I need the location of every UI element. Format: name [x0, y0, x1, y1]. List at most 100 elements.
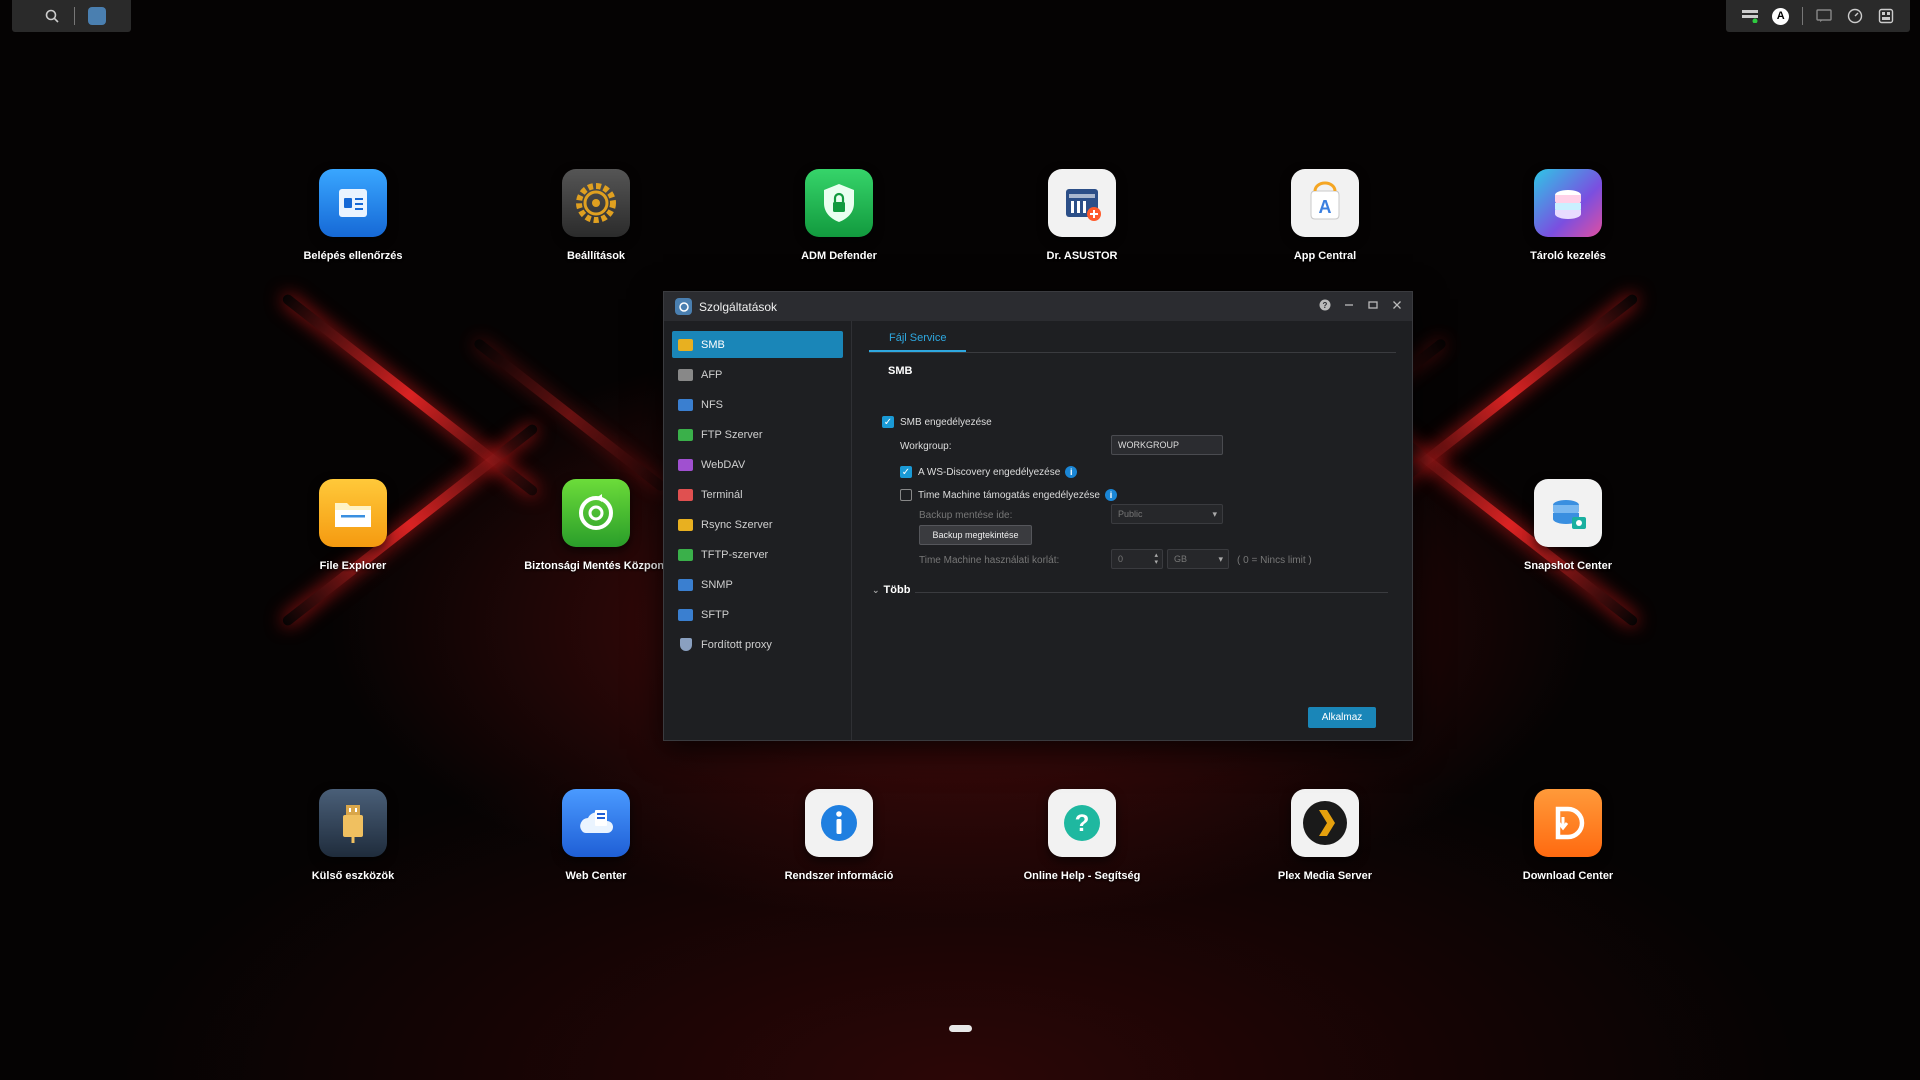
desktop-app-snapshot-center[interactable]: Snapshot Center — [1493, 479, 1643, 573]
sidebar-item-terminal[interactable]: Terminál — [672, 481, 843, 508]
desktop-app-storage-manager[interactable]: Tároló kezelés — [1493, 169, 1643, 263]
sidebar-item-afp[interactable]: AFP — [672, 361, 843, 388]
sidebar-item-label: Fordított proxy — [701, 638, 772, 651]
backup-to-value: Public — [1118, 509, 1143, 519]
smb-enable-label: SMB engedélyezése — [900, 416, 992, 428]
tab-bar: Fájl Service — [869, 321, 1396, 353]
sidebar-item-label: SMB — [701, 338, 725, 351]
smb-enable-checkbox[interactable]: ✓ — [882, 416, 894, 428]
sidebar-item-label: WebDAV — [701, 458, 746, 471]
task-monitor-icon[interactable] — [1740, 6, 1760, 26]
desktop-app-plex-media-server[interactable]: Plex Media Server — [1250, 789, 1400, 883]
window-titlebar[interactable]: Szolgáltatások — [664, 292, 1412, 321]
snmp-icon — [678, 578, 693, 591]
desktop-app-backup-center[interactable]: Biztonsági Mentés Központ — [521, 479, 671, 573]
chevron-down-icon: ▾ — [1218, 553, 1223, 564]
app-label: Biztonsági Mentés Központ — [524, 560, 668, 572]
desktop-app-external-devices[interactable]: Külső eszközök — [278, 789, 428, 883]
message-icon[interactable] — [1814, 6, 1834, 26]
sidebar-item-tftp-server[interactable]: TFTP-szerver — [672, 541, 843, 568]
stepper-arrows-icon: ▴ ▾ — [1154, 552, 1158, 566]
desktop-app-adm-defender[interactable]: ADM Defender — [764, 169, 914, 263]
plex-icon — [1291, 789, 1359, 857]
desktop-page-indicator[interactable] — [949, 1025, 972, 1032]
rsync-icon — [678, 518, 693, 531]
dashboard-icon[interactable] — [1845, 6, 1865, 26]
workgroup-input[interactable]: WORKGROUP — [1111, 435, 1223, 455]
window-controls: ? — [1318, 298, 1404, 312]
desktop-app-settings[interactable]: Beállítások — [521, 169, 671, 263]
ftp-icon — [678, 428, 693, 441]
widget-icon[interactable] — [1876, 6, 1896, 26]
webdav-icon — [678, 458, 693, 471]
sidebar-item-reverse-proxy[interactable]: Fordított proxy — [672, 631, 843, 658]
services-sidebar: SMB AFP NFS FTP Szerver WebDAV Terminál … — [664, 321, 852, 740]
backup-to-select[interactable]: Public ▾ — [1111, 504, 1223, 524]
sidebar-item-label: NFS — [701, 398, 723, 411]
desktop-app-online-help[interactable]: ? Online Help - Segítség — [1007, 789, 1157, 883]
sidebar-item-label: SNMP — [701, 578, 733, 591]
more-toggle[interactable]: ⌄ Több — [872, 584, 910, 596]
app-label: Külső eszközök — [311, 870, 395, 882]
desktop-app-login-audit[interactable]: Belépés ellenőrzés — [278, 169, 428, 263]
sidebar-item-label: TFTP-szerver — [701, 548, 769, 561]
time-machine-checkbox[interactable] — [900, 489, 912, 501]
desktop-app-download-center[interactable]: Download Center — [1493, 789, 1643, 883]
apply-button[interactable]: Alkalmaz — [1308, 707, 1376, 728]
storage-icon — [1534, 169, 1602, 237]
app-label: Web Center — [565, 870, 627, 882]
svg-text:A: A — [1319, 197, 1332, 217]
services-app-icon — [675, 298, 692, 315]
user-avatar-icon[interactable]: A — [1771, 6, 1791, 26]
tm-limit-unit-select[interactable]: GB ▾ — [1167, 549, 1229, 569]
search-icon[interactable] — [42, 6, 62, 26]
afp-icon — [678, 368, 693, 381]
info-icon — [805, 789, 873, 857]
tm-limit-stepper[interactable]: 0 ▴ ▾ — [1111, 549, 1163, 569]
divider — [915, 592, 1388, 593]
app-label: Online Help - Segítség — [1023, 870, 1141, 882]
info-icon[interactable]: i — [1104, 489, 1117, 501]
sidebar-item-nfs[interactable]: NFS — [672, 391, 843, 418]
help-icon[interactable]: ? — [1318, 298, 1332, 312]
sidebar-item-snmp[interactable]: SNMP — [672, 571, 843, 598]
desktop-app-system-information[interactable]: Rendszer információ — [764, 789, 914, 883]
sftp-icon — [678, 608, 693, 621]
app-store-icon: A — [1291, 169, 1359, 237]
window-title: Szolgáltatások — [699, 299, 778, 314]
time-machine-label: Time Machine támogatás engedélyezése — [918, 489, 1100, 501]
backup-view-button[interactable]: Backup megtekintése — [919, 525, 1032, 545]
avatar-letter: A — [1772, 7, 1790, 25]
tab-file-service[interactable]: Fájl Service — [869, 332, 967, 352]
desktop-app-dr-asustor[interactable]: Dr. ASUSTOR — [1007, 169, 1157, 263]
ws-discovery-row: ✓ A WS-Discovery engedélyezése i — [900, 466, 1078, 478]
services-app-taskbar-icon[interactable] — [87, 6, 107, 26]
ws-discovery-label: A WS-Discovery engedélyezése — [918, 466, 1061, 478]
desktop-app-file-explorer[interactable]: File Explorer — [278, 479, 428, 573]
top-bar-left — [12, 0, 131, 32]
sidebar-item-webdav[interactable]: WebDAV — [672, 451, 843, 478]
sidebar-item-label: Rsync Szerver — [701, 518, 773, 531]
ws-discovery-checkbox[interactable]: ✓ — [900, 466, 912, 478]
workgroup-label: Workgroup: — [900, 441, 952, 452]
maximize-icon[interactable] — [1366, 298, 1380, 312]
app-label: File Explorer — [319, 560, 387, 572]
shield-icon — [680, 638, 692, 651]
desktop-app-app-central[interactable]: A App Central — [1250, 169, 1400, 263]
sidebar-item-rsync-server[interactable]: Rsync Szerver — [672, 511, 843, 538]
sidebar-item-ftp-server[interactable]: FTP Szerver — [672, 421, 843, 448]
sidebar-item-sftp[interactable]: SFTP — [672, 601, 843, 628]
smb-enable-row: ✓ SMB engedélyezése — [882, 416, 992, 428]
sidebar-item-smb[interactable]: SMB — [672, 331, 843, 358]
close-icon[interactable] — [1390, 298, 1404, 312]
terminal-icon — [678, 488, 693, 501]
desktop-app-web-center[interactable]: Web Center — [521, 789, 671, 883]
services-content: Fájl Service SMB ✓ SMB engedélyezése Wor… — [853, 321, 1412, 740]
sidebar-item-label: SFTP — [701, 608, 730, 621]
app-label: Tároló kezelés — [1530, 250, 1606, 262]
chevron-down-icon: ▾ — [1212, 508, 1217, 519]
svg-text:?: ? — [1323, 301, 1328, 310]
info-icon[interactable]: i — [1065, 466, 1078, 478]
services-window: Szolgáltatások ? SMB AFP NFS FTP Szerver… — [663, 291, 1413, 741]
minimize-icon[interactable] — [1342, 298, 1356, 312]
